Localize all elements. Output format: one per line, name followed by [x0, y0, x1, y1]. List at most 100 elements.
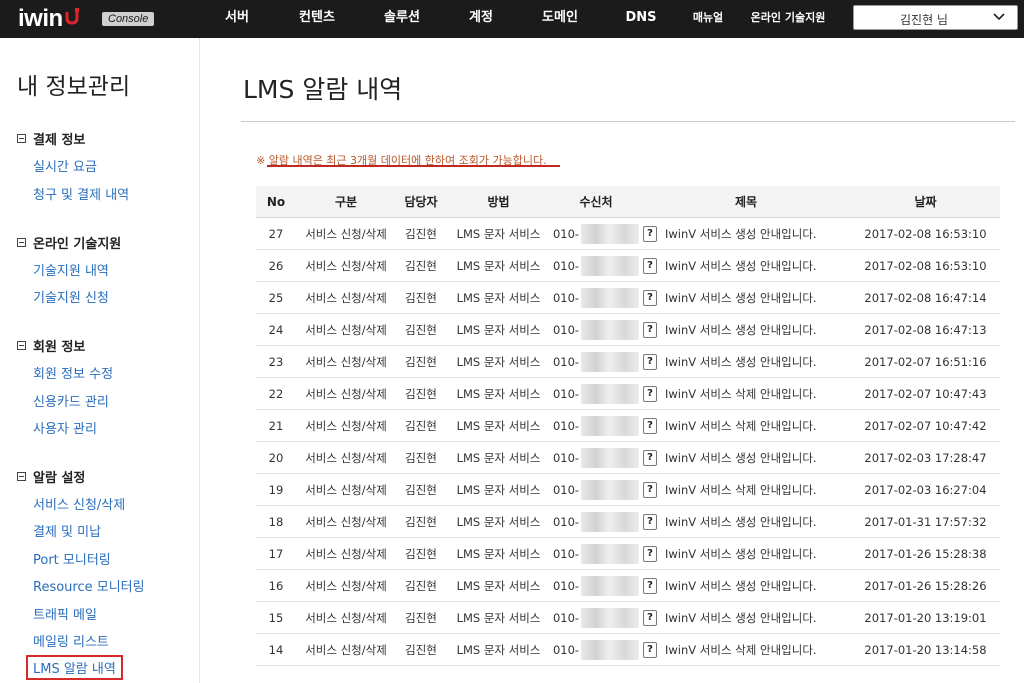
question-mark-icon[interactable]: ? — [643, 321, 657, 338]
sidebar-section-billing[interactable]: 결제 정보 — [17, 129, 85, 148]
subject-text[interactable]: IwinV 서비스 삭제 안내입니다. — [665, 482, 817, 498]
cell-subject[interactable]: ? IwinV 서비스 생성 안내입니다. — [641, 601, 851, 634]
subject-text[interactable]: IwinV 서비스 생성 안내입니다. — [665, 578, 817, 594]
subject-text[interactable]: IwinV 서비스 삭제 안내입니다. — [665, 642, 817, 658]
phone-redacted-blur — [581, 287, 640, 308]
sidebar-item-billing-history[interactable]: 청구 및 결제 내역 — [33, 184, 129, 203]
logo[interactable]: iwin — [18, 4, 80, 34]
subject-text[interactable]: IwinV 서비스 생성 안내입니다. — [665, 226, 817, 242]
sidebar-item-payment-unpaid[interactable]: 결제 및 미납 — [33, 521, 101, 540]
cell-recipient: 010- — [551, 345, 641, 378]
nav-contents[interactable]: 컨텐츠 — [299, 0, 335, 38]
sidebar-section-label: 결제 정보 — [33, 133, 86, 148]
subject-text[interactable]: IwinV 서비스 생성 안내입니다. — [665, 610, 817, 626]
cell-subject[interactable]: ? IwinV 서비스 삭제 안내입니다. — [641, 377, 851, 410]
sidebar-section-label: 온라인 기술지원 — [33, 237, 122, 252]
nav-domain[interactable]: 도메인 — [542, 0, 578, 38]
nav-server[interactable]: 서버 — [225, 0, 249, 38]
cell-method: LMS 문자 서비스 — [446, 249, 551, 282]
cell-type: 서비스 신청/삭제 — [296, 537, 396, 570]
question-mark-icon[interactable]: ? — [643, 545, 657, 562]
cell-subject[interactable]: ? IwinV 서비스 생성 안내입니다. — [641, 505, 851, 538]
phone-prefix: 010- — [552, 482, 580, 497]
sidebar-item-support-request[interactable]: 기술지원 신청 — [33, 287, 109, 306]
cell-subject[interactable]: ? IwinV 서비스 삭제 안내입니다. — [641, 633, 851, 666]
question-mark-icon[interactable]: ? — [643, 289, 657, 306]
sidebar-item-mailing-list[interactable]: 메일링 리스트 — [33, 631, 109, 650]
question-mark-icon[interactable]: ? — [643, 385, 657, 402]
subject-text[interactable]: IwinV 서비스 생성 안내입니다. — [665, 450, 817, 466]
nav-manual[interactable]: 매뉴얼 — [693, 0, 723, 38]
subject-text[interactable]: IwinV 서비스 생성 안내입니다. — [665, 258, 817, 274]
cell-method: LMS 문자 서비스 — [446, 217, 551, 250]
sidebar-section-member[interactable]: 회원 정보 — [17, 336, 85, 355]
cell-no: 20 — [256, 441, 296, 474]
cell-no: 14 — [256, 633, 296, 666]
cell-subject[interactable]: ? IwinV 서비스 삭제 안내입니다. — [641, 409, 851, 442]
question-mark-icon[interactable]: ? — [643, 449, 657, 466]
sidebar-item-credit-card[interactable]: 신용카드 관리 — [33, 391, 109, 410]
question-mark-icon[interactable]: ? — [643, 225, 657, 242]
question-mark-icon[interactable]: ? — [643, 577, 657, 594]
cell-subject[interactable]: ? IwinV 서비스 생성 안내입니다. — [641, 345, 851, 378]
subject-text[interactable]: IwinV 서비스 생성 안내입니다. — [665, 546, 817, 562]
subject-text[interactable]: IwinV 서비스 삭제 안내입니다. — [665, 386, 817, 402]
sidebar-item-edit-member[interactable]: 회원 정보 수정 — [33, 363, 113, 382]
sidebar-item-users[interactable]: 사용자 관리 — [33, 418, 97, 437]
question-mark-icon[interactable]: ? — [643, 609, 657, 626]
phone-prefix: 010- — [552, 546, 580, 561]
table-row: 19 서비스 신청/삭제 김진현 LMS 문자 서비스 010-? IwinV 서비스 삭… — [256, 473, 1000, 506]
nav-account[interactable]: 계정 — [469, 0, 493, 38]
cell-method: LMS 문자 서비스 — [446, 377, 551, 410]
question-mark-icon[interactable]: ? — [643, 513, 657, 530]
subject-text[interactable]: IwinV 서비스 생성 안내입니다. — [665, 290, 817, 306]
cell-subject[interactable]: ? IwinV 서비스 생성 안내입니다. — [641, 441, 851, 474]
cell-subject[interactable]: ? IwinV 서비스 생성 안내입니다. — [641, 281, 851, 314]
lms-alarm-table: No 구분 담당자 방법 수신처 제목 날짜 27 서비스 신청/삭제 김진현 LMS… — [256, 186, 1000, 666]
nav-dns[interactable]: DNS — [625, 0, 656, 38]
sidebar-item-realtime-fee[interactable]: 실시간 요금 — [33, 156, 97, 175]
question-mark-icon[interactable]: ? — [643, 257, 657, 274]
nav-solution[interactable]: 솔루션 — [384, 0, 420, 38]
subject-text[interactable]: IwinV 서비스 생성 안내입니다. — [665, 354, 817, 370]
subject-text[interactable]: IwinV 서비스 생성 안내입니다. — [665, 514, 817, 530]
cell-type: 서비스 신청/삭제 — [296, 441, 396, 474]
subject-text[interactable]: IwinV 서비스 생성 안내입니다. — [665, 322, 817, 338]
cell-no: 15 — [256, 601, 296, 634]
sidebar-item-support-history[interactable]: 기술지원 내역 — [33, 260, 109, 279]
phone-prefix: 010- — [552, 578, 580, 593]
cell-method: LMS 문자 서비스 — [446, 633, 551, 666]
sidebar-section-support[interactable]: 온라인 기술지원 — [17, 233, 121, 252]
question-mark-icon[interactable]: ? — [643, 481, 657, 498]
user-menu-select[interactable]: 김진현 님 — [853, 5, 1018, 30]
cell-subject[interactable]: ? IwinV 서비스 생성 안내입니다. — [641, 569, 851, 602]
cell-subject[interactable]: ? IwinV 서비스 생성 안내입니다. — [641, 217, 851, 250]
cell-recipient: 010- — [551, 473, 641, 506]
cell-subject[interactable]: ? IwinV 서비스 생성 안내입니다. — [641, 313, 851, 346]
sidebar-item-port-monitoring[interactable]: Port 모니터링 — [33, 549, 111, 568]
cell-date: 2017-01-20 13:19:01 — [851, 601, 1000, 634]
sidebar-section-alarm[interactable]: 알람 설정 — [17, 467, 85, 486]
cell-subject[interactable]: ? IwinV 서비스 삭제 안내입니다. — [641, 473, 851, 506]
header-recipient: 수신처 — [551, 186, 641, 218]
cell-type: 서비스 신청/삭제 — [296, 569, 396, 602]
phone-redacted-blur — [581, 223, 640, 244]
question-mark-icon[interactable]: ? — [643, 353, 657, 370]
page-title: LMS 알람 내역 — [243, 75, 403, 104]
question-mark-icon[interactable]: ? — [643, 417, 657, 434]
cell-no: 25 — [256, 281, 296, 314]
sidebar-item-traffic-mail[interactable]: 트래픽 메일 — [33, 604, 97, 623]
sidebar-item-lms-alarm[interactable]: LMS 알람 내역 — [26, 655, 123, 680]
subject-text[interactable]: IwinV 서비스 삭제 안내입니다. — [665, 418, 817, 434]
sidebar-item-resource-monitoring[interactable]: Resource 모니터링 — [33, 576, 145, 595]
phone-number: 010- — [553, 223, 640, 244]
question-mark-icon[interactable]: ? — [643, 641, 657, 658]
table-row: 21 서비스 신청/삭제 김진현 LMS 문자 서비스 010-? IwinV 서비스 삭… — [256, 409, 1000, 442]
header-no: No — [256, 186, 296, 218]
sidebar-item-service-apply[interactable]: 서비스 신청/삭제 — [33, 494, 125, 513]
cell-subject[interactable]: ? IwinV 서비스 생성 안내입니다. — [641, 249, 851, 282]
cell-subject[interactable]: ? IwinV 서비스 생성 안내입니다. — [641, 537, 851, 570]
table-row: 25 서비스 신청/삭제 김진현 LMS 문자 서비스 010-? IwinV 서비스 생… — [256, 281, 1000, 314]
nav-online-support[interactable]: 온라인 기술지원 — [751, 0, 826, 38]
cell-no: 26 — [256, 249, 296, 282]
